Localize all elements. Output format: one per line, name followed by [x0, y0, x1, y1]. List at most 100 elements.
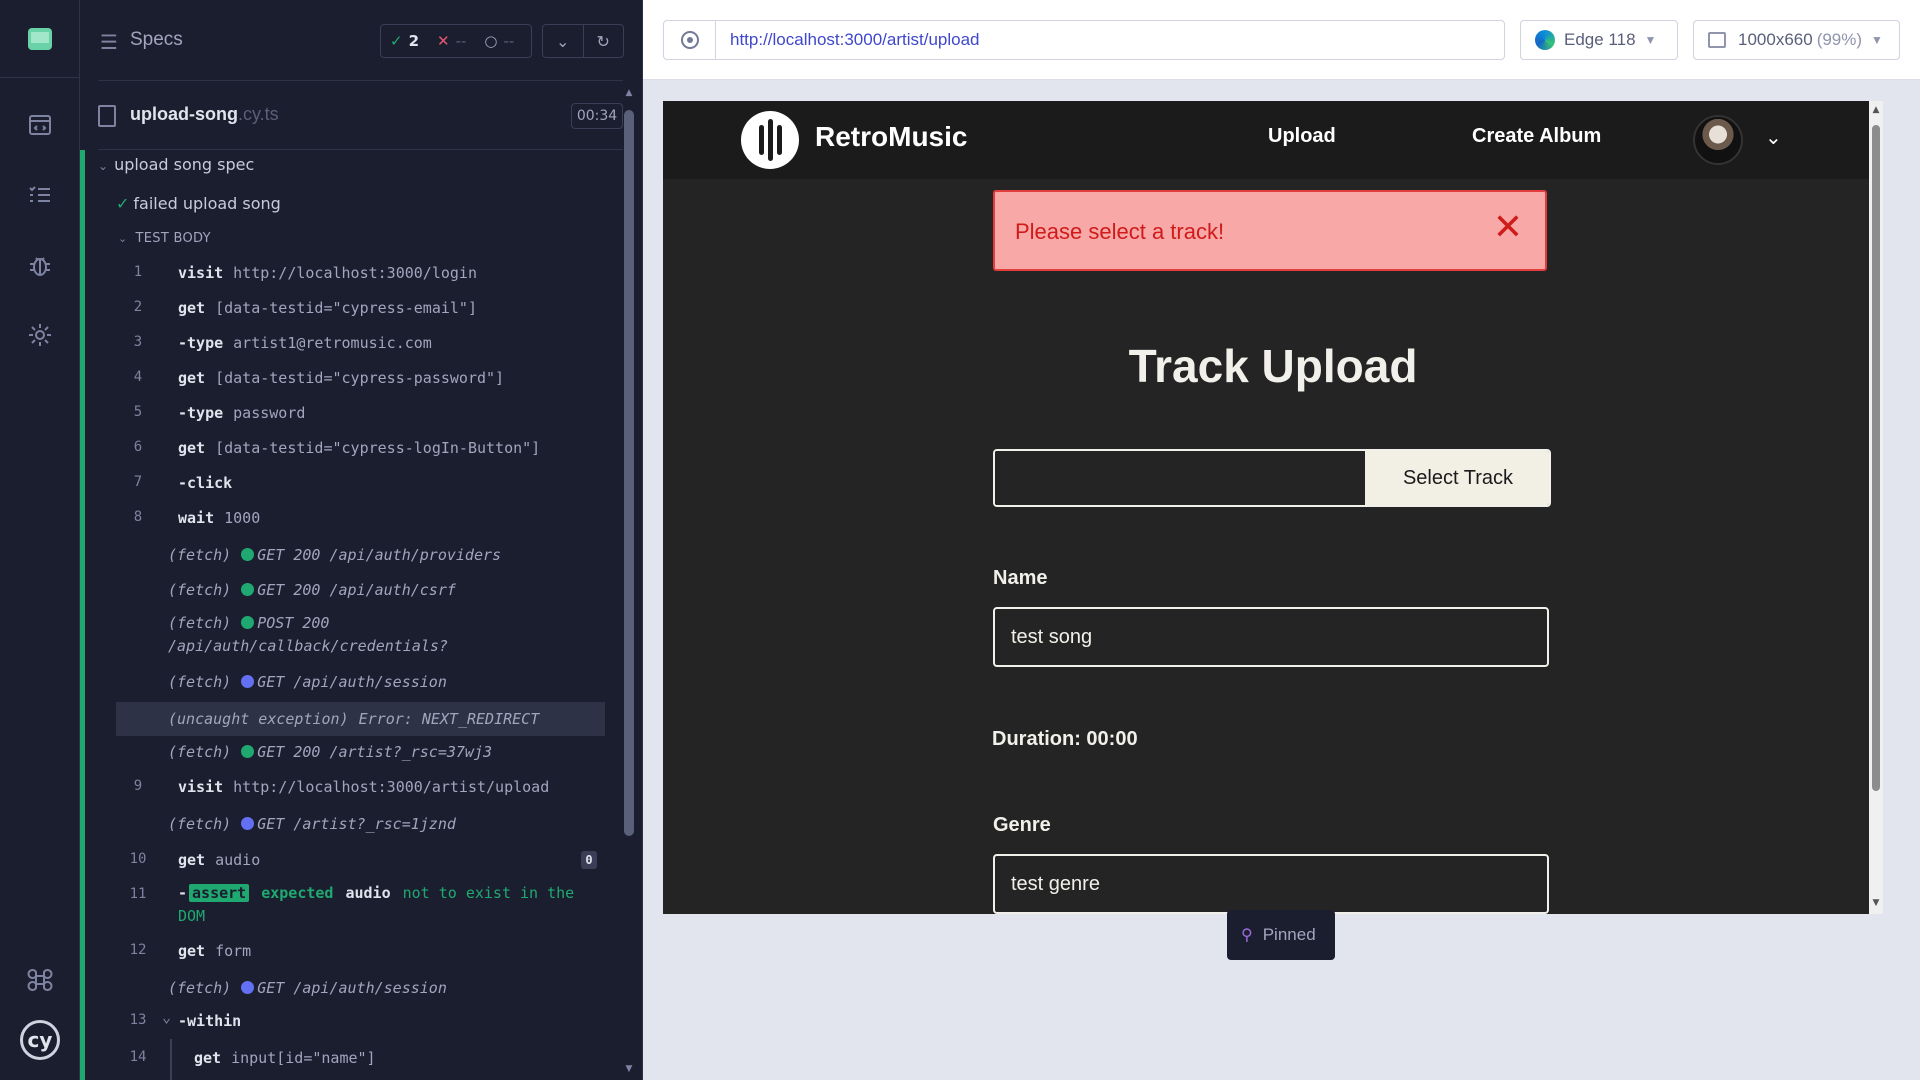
command-body: (fetch) GET 200 /artist?_rsc=37wj3 [168, 743, 492, 761]
nav-create-album-link[interactable]: Create Album [1472, 125, 1601, 148]
keyboard-shortcut-icon[interactable] [26, 966, 54, 994]
close-icon[interactable]: ✕ [1493, 210, 1523, 246]
command-row[interactable]: 14 get input[id="name"] [116, 1039, 605, 1080]
assert-rest: not to exist in the [402, 884, 575, 902]
command-name: -type [178, 404, 224, 422]
chevron-down-icon[interactable]: ⌄ [543, 25, 584, 57]
command-row[interactable]: 10 get audio 0 [116, 847, 605, 877]
command-event-row[interactable]: (fetch) GET 200 /api/auth/csrf [116, 577, 605, 607]
command-arg: [data-testid="cypress-email"] [215, 299, 477, 317]
track-file-picker: Select Track [993, 449, 1551, 507]
chevron-down-icon[interactable]: ⌄ [1765, 125, 1782, 149]
command-row[interactable]: 4 get [data-testid="cypress-password"] [116, 365, 605, 395]
chevron-down-icon: ▼ [1871, 33, 1883, 47]
command-body: -type artist1@retromusic.com [178, 334, 432, 352]
duration-text: Duration: 00:00 [992, 728, 1138, 750]
command-name: (fetch) [168, 614, 232, 632]
chevron-down-icon[interactable]: ⌄ [162, 1008, 171, 1026]
command-row[interactable]: 6 get [data-testid="cypress-logIn-Button"] [116, 435, 605, 465]
command-arg: GET 200 /api/auth/csrf [257, 581, 456, 599]
selector-playground-target-icon[interactable] [663, 20, 715, 60]
command-name: - [178, 884, 188, 902]
suite-title[interactable]: ⌄ upload song spec [98, 155, 254, 174]
command-number: 3 [133, 334, 143, 350]
command-row[interactable]: 8 wait 1000 [116, 505, 605, 535]
command-event-row[interactable]: (fetch) GET /api/auth/session [116, 975, 605, 1005]
runs-icon[interactable] [26, 111, 54, 139]
command-body: visit http://localhost:3000/login [178, 264, 477, 282]
command-event-row[interactable]: (uncaught exception) Error: NEXT_REDIRECT [116, 702, 605, 736]
reporter-scrollbar[interactable]: ▲ ▼ [624, 88, 634, 1080]
command-number: 13 [129, 1012, 147, 1028]
avatar[interactable] [1693, 115, 1743, 165]
command-row[interactable]: 12 get form [116, 938, 605, 968]
track-file-input[interactable] [995, 451, 1365, 505]
specs-toggle-icon[interactable]: ☰ [100, 30, 118, 54]
nav-upload-link[interactable]: Upload [1268, 125, 1336, 148]
command-body: -click [178, 474, 232, 492]
app-scrollbar[interactable]: ▲ ▼ [1869, 101, 1883, 914]
command-body: wait 1000 [178, 509, 260, 527]
scroll-down-icon[interactable]: ▼ [1869, 898, 1883, 908]
command-number: 11 [129, 886, 147, 902]
command-arg: form [215, 942, 252, 960]
request-status-icon [241, 817, 255, 830]
bug-icon[interactable] [26, 251, 54, 279]
command-event-row[interactable]: (fetch) GET /api/auth/session [116, 669, 605, 699]
edge-browser-icon [1535, 30, 1555, 50]
test-title[interactable]: ✓ failed upload song [116, 194, 281, 213]
pinned-indicator[interactable]: ⚲ Pinned [1227, 910, 1335, 960]
genre-input[interactable]: test genre [993, 854, 1549, 914]
select-track-button[interactable]: Select Track [1365, 451, 1549, 505]
request-status-icon [241, 675, 255, 688]
scroll-up-icon[interactable]: ▲ [624, 88, 634, 98]
test-stats: ✓ 2 ✕ -- ○ -- [380, 24, 532, 58]
scrollbar-thumb[interactable] [1872, 125, 1880, 791]
command-event-row[interactable]: (fetch) POST 200/api/auth/callback/creden… [116, 612, 605, 662]
command-event-row[interactable]: (fetch) GET 200 /artist?_rsc=37wj3 [116, 739, 605, 769]
file-icon [98, 105, 116, 127]
scrollbar-thumb[interactable] [624, 110, 634, 836]
nesting-line [170, 1039, 172, 1080]
spec-file-header: upload-song.cy.ts 00:34 [98, 80, 623, 150]
settings-icon[interactable] [26, 321, 54, 349]
browser-selector[interactable]: Edge 118 ▼ [1520, 20, 1678, 60]
viewport-selector[interactable]: 1000x660 (99%) ▼ [1693, 20, 1900, 60]
scroll-down-icon[interactable]: ▼ [624, 1064, 634, 1074]
url-display[interactable]: http://localhost:3000/artist/upload [715, 20, 1505, 60]
command-row[interactable]: 7 -click [116, 470, 605, 500]
command-row[interactable]: 3 -type artist1@retromusic.com [116, 330, 605, 360]
specs-header: ☰ Specs ✓ 2 ✕ -- ○ -- ⌄ ↻ [80, 0, 642, 80]
assert-expected: expected [261, 884, 334, 902]
command-body: visit http://localhost:3000/artist/upload [178, 778, 549, 796]
command-name: -type [178, 334, 224, 352]
command-name: (fetch) [168, 979, 232, 997]
pinned-label: Pinned [1262, 925, 1316, 944]
retromusic-logo-icon[interactable] [741, 111, 799, 169]
failed-count: ✕ -- [437, 32, 467, 50]
command-body: get input[id="name"] [194, 1049, 376, 1067]
app-brand[interactable]: RetroMusic [815, 121, 967, 153]
command-number: 14 [129, 1049, 147, 1065]
check-icon: ✓ [390, 32, 403, 50]
command-row[interactable]: 9 visit http://localhost:3000/artist/uploa… [116, 774, 605, 804]
command-arg: GET 200 /api/auth/providers [257, 546, 502, 564]
genre-label: Genre [993, 814, 1051, 836]
name-input[interactable]: test song [993, 607, 1549, 667]
refresh-icon[interactable]: ↻ [584, 25, 624, 57]
command-row[interactable]: 5 -type password [116, 400, 605, 430]
scroll-up-icon[interactable]: ▲ [1869, 105, 1883, 115]
cypress-app-logo-icon[interactable] [0, 0, 80, 78]
command-row[interactable]: 11 - assert expected audio not to exist in th… [116, 882, 605, 932]
specs-label[interactable]: Specs [130, 29, 183, 51]
command-body: get [data-testid="cypress-logIn-Button"] [178, 439, 540, 457]
command-row[interactable]: 13 -within ⌄ [116, 1008, 605, 1038]
command-number: 10 [129, 851, 147, 867]
command-row[interactable]: 2 get [data-testid="cypress-email"] [116, 295, 605, 325]
command-row[interactable]: 1 visit http://localhost:3000/login [116, 260, 605, 290]
command-event-row[interactable]: (fetch) GET /artist?_rsc=1jznd [116, 811, 605, 841]
command-event-row[interactable]: (fetch) GET 200 /api/auth/providers [116, 542, 605, 572]
test-body-header[interactable]: ⌄ TEST BODY [118, 231, 211, 246]
specs-list-icon[interactable] [26, 181, 54, 209]
pending-count: ○ -- [484, 32, 515, 50]
